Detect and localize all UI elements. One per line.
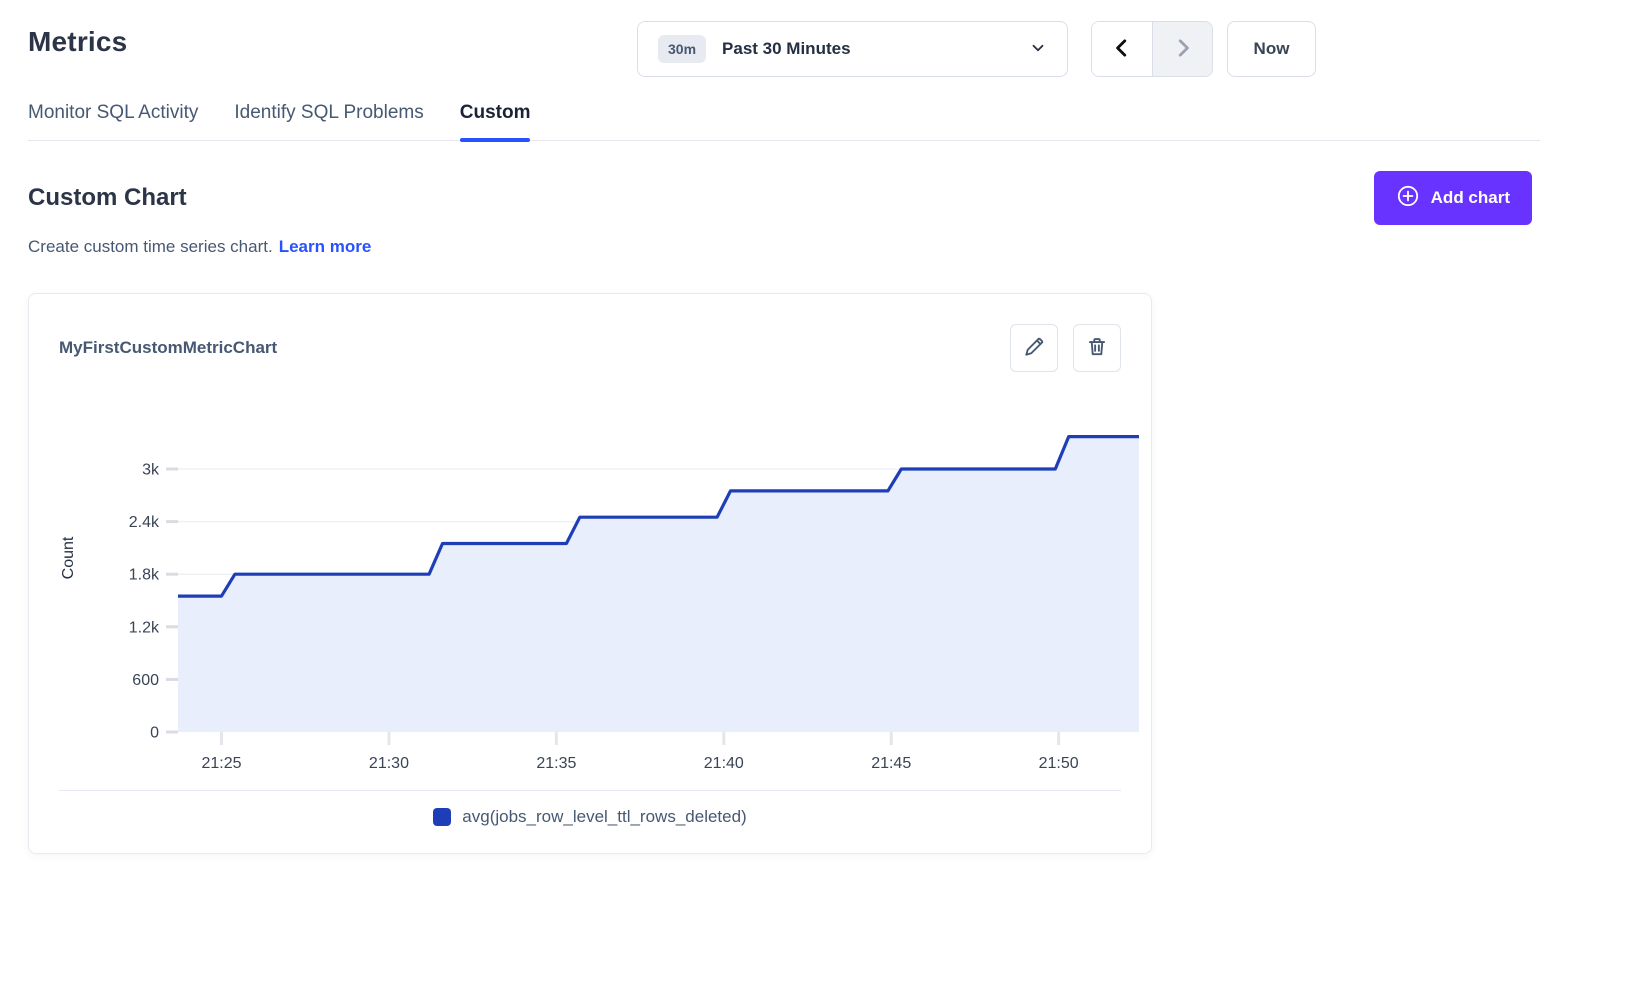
time-prev-button[interactable] xyxy=(1092,22,1152,76)
svg-text:600: 600 xyxy=(132,672,159,689)
chevron-left-icon xyxy=(1111,37,1133,62)
plus-circle-icon xyxy=(1396,184,1420,213)
section-description: Create custom time series chart.Learn mo… xyxy=(28,237,1540,257)
add-chart-button[interactable]: Add chart xyxy=(1374,171,1532,225)
tab-monitor-sql-activity[interactable]: Monitor SQL Activity xyxy=(28,102,198,140)
tab-bar: Monitor SQL Activity Identify SQL Proble… xyxy=(28,102,1540,141)
svg-text:21:40: 21:40 xyxy=(704,755,744,772)
delete-chart-button[interactable] xyxy=(1073,324,1121,372)
time-nav-group xyxy=(1091,21,1213,77)
time-range-select[interactable]: 30m Past 30 Minutes xyxy=(637,21,1068,77)
svg-text:21:25: 21:25 xyxy=(202,755,242,772)
chart-legend: avg(jobs_row_level_ttl_rows_deleted) xyxy=(29,791,1151,853)
tab-custom[interactable]: Custom xyxy=(460,102,531,140)
pencil-icon xyxy=(1023,336,1045,361)
page-title: Metrics xyxy=(28,26,127,58)
svg-text:2.4k: 2.4k xyxy=(129,514,160,531)
time-next-button[interactable] xyxy=(1152,22,1212,76)
legend-swatch xyxy=(433,808,451,826)
svg-text:Count: Count xyxy=(60,536,77,579)
custom-chart-card: MyFirstCustomMetricChart 0 600 1.2k xyxy=(28,293,1152,854)
learn-more-link[interactable]: Learn more xyxy=(279,237,372,256)
svg-text:21:45: 21:45 xyxy=(871,755,911,772)
svg-text:3k: 3k xyxy=(142,462,160,479)
header: Metrics 30m Past 30 Minutes xyxy=(28,0,1540,80)
legend-label: avg(jobs_row_level_ttl_rows_deleted) xyxy=(462,807,746,827)
svg-text:21:30: 21:30 xyxy=(369,755,409,772)
svg-text:21:50: 21:50 xyxy=(1039,755,1079,772)
metrics-page: Metrics 30m Past 30 Minutes xyxy=(0,0,1650,982)
svg-text:21:35: 21:35 xyxy=(536,755,576,772)
trash-icon xyxy=(1086,336,1108,361)
chart-actions xyxy=(1010,324,1121,372)
edit-chart-button[interactable] xyxy=(1010,324,1058,372)
svg-text:1.2k: 1.2k xyxy=(129,619,160,636)
add-chart-label: Add chart xyxy=(1431,188,1510,208)
chart-svg[interactable]: 0 600 1.2k 1.8k 2.4k 3k Count 21:25 21:30 21:35 21… xyxy=(29,390,1153,790)
section-title: Custom Chart xyxy=(28,184,187,212)
svg-text:1.8k: 1.8k xyxy=(129,567,160,584)
now-button[interactable]: Now xyxy=(1227,21,1316,77)
section-header: Custom Chart Add chart xyxy=(28,171,1540,225)
chart-title: MyFirstCustomMetricChart xyxy=(59,338,277,358)
tab-identify-sql-problems[interactable]: Identify SQL Problems xyxy=(234,102,423,140)
time-range-label: Past 30 Minutes xyxy=(722,39,1029,59)
time-range-badge: 30m xyxy=(658,35,706,63)
svg-text:0: 0 xyxy=(150,725,159,742)
chevron-down-icon xyxy=(1029,39,1047,60)
chevron-right-icon xyxy=(1172,37,1194,62)
timeseries-chart[interactable]: 0 600 1.2k 1.8k 2.4k 3k Count 21:25 21:30 21:35 21… xyxy=(29,390,1151,790)
